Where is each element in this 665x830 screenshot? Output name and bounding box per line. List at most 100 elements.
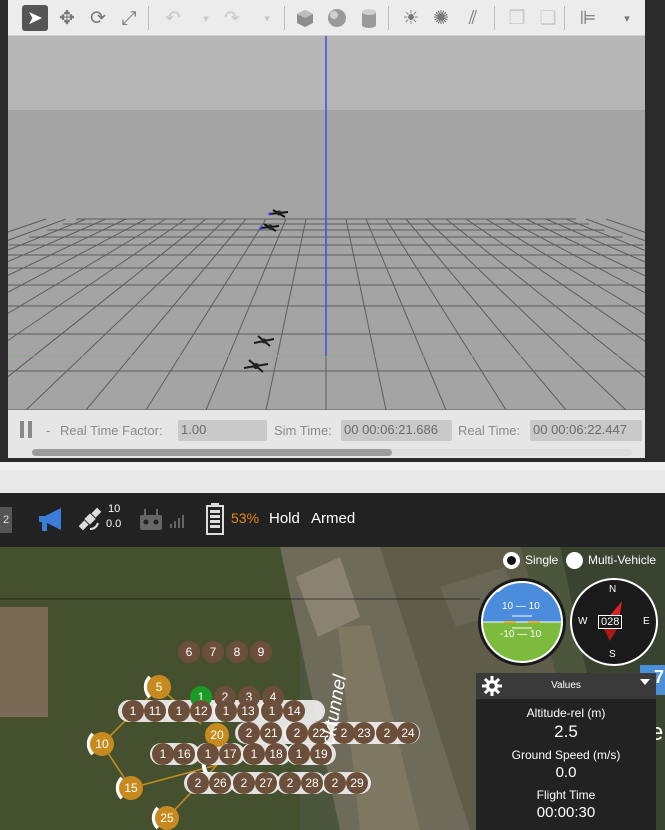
waypoint-marker[interactable]: 19 [310, 743, 332, 765]
waypoint-label: 5 [155, 680, 163, 694]
waypoint-label: 28 [305, 776, 319, 790]
megaphone-icon[interactable] [36, 506, 66, 534]
spot-light-icon[interactable]: ✺ [428, 5, 454, 31]
horizontal-scrollbar[interactable] [32, 449, 632, 456]
waypoint-marker[interactable]: 28 [301, 772, 323, 794]
waypoint-marker[interactable]: 23 [353, 722, 375, 744]
gear-icon[interactable] [481, 675, 503, 697]
redo-dropdown-icon[interactable]: ▾ [254, 5, 280, 31]
gazebo-scene [8, 36, 645, 410]
paste-icon[interactable]: ❏ [535, 5, 561, 31]
waypoint-label: 1 [129, 704, 137, 718]
waypoint-label: 2 [240, 776, 248, 790]
left-tab[interactable]: 2 [0, 507, 12, 533]
waypoint-marker[interactable]: 25 [155, 806, 179, 830]
waypoint-marker[interactable]: 5 [147, 675, 171, 699]
waypoint-marker[interactable]: 10 [90, 732, 114, 756]
multi-vehicle-radio[interactable]: Multi-Vehicle [566, 551, 656, 569]
waypoint-label: 2 [331, 776, 339, 790]
waypoint-marker[interactable]: 14 [283, 700, 305, 722]
waypoint-marker[interactable]: 2 [233, 772, 255, 794]
waypoint-label: 15 [124, 781, 138, 795]
align-icon[interactable]: ⊫ [575, 5, 601, 31]
waypoint-marker[interactable]: 1 [243, 743, 265, 765]
waypoint-marker[interactable]: 18 [265, 743, 287, 765]
translate-icon[interactable]: ✥ [54, 5, 80, 31]
values-panel-header: Values [476, 673, 656, 699]
waypoint-label: 2 [245, 726, 253, 740]
waypoint-marker[interactable]: 1 [197, 743, 219, 765]
waypoint-label: 17 [223, 747, 237, 761]
more-dropdown-icon[interactable]: ▾ [614, 5, 640, 31]
map-view[interactable]: 5 6 7 8 9 1 2 3 4 10 1 11 1 12 1 13 1 14… [0, 547, 665, 830]
chevron-down-icon[interactable] [640, 679, 650, 685]
waypoint-marker[interactable]: 16 [173, 743, 195, 765]
undo-dropdown-icon[interactable]: ▾ [193, 5, 219, 31]
waypoint-label: 1 [222, 704, 230, 718]
scale-icon[interactable]: ⤢ [116, 5, 142, 31]
waypoint-marker[interactable]: 1 [122, 700, 144, 722]
waypoint-marker[interactable]: 1 [168, 700, 190, 722]
waypoint-label: 21 [264, 726, 278, 740]
waypoint-label: 1 [159, 747, 167, 761]
waypoint-label: 11 [148, 704, 162, 718]
attitude-lower-scale: -10 — 10 [500, 629, 542, 640]
waypoint-marker[interactable]: 2 [376, 722, 398, 744]
waypoint-marker[interactable]: 1 [288, 743, 310, 765]
rc-receiver-icon[interactable] [139, 509, 163, 531]
waypoint-marker[interactable]: 24 [397, 722, 419, 744]
select-arrow-icon[interactable]: ➤ [22, 5, 48, 31]
toolbar-separator [494, 6, 495, 30]
waypoint-marker[interactable]: 2 [324, 772, 346, 794]
waypoint-label: 2 [286, 776, 294, 790]
redo-icon[interactable]: ↷ [219, 5, 245, 31]
waypoint-marker[interactable]: 2 [187, 772, 209, 794]
single-vehicle-radio[interactable]: Single [503, 551, 558, 569]
waypoint-label: 1 [295, 747, 303, 761]
waypoint-label: 7 [209, 645, 217, 659]
waypoint-marker[interactable]: 2 [238, 722, 260, 744]
toolbar-separator [284, 6, 285, 30]
waypoint-marker[interactable]: 2 [286, 722, 308, 744]
pause-icon[interactable] [20, 421, 32, 438]
copy-icon[interactable]: ❐ [504, 5, 530, 31]
waypoint-marker[interactable]: 26 [209, 772, 231, 794]
directional-light-icon[interactable]: ⫽ [460, 5, 486, 31]
waypoint-marker[interactable]: 8 [226, 641, 248, 663]
waypoint-marker[interactable]: 7 [202, 641, 224, 663]
sphere-shape-icon[interactable] [324, 5, 350, 31]
flight-mode[interactable]: Hold [269, 510, 300, 527]
gazebo-3d-viewport[interactable] [8, 36, 645, 410]
arm-state[interactable]: Armed [311, 510, 355, 527]
point-light-icon[interactable]: ☀ [398, 5, 424, 31]
waypoint-marker[interactable]: 1 [215, 700, 237, 722]
waypoint-label: 23 [357, 726, 371, 740]
waypoint-marker[interactable]: 12 [190, 700, 212, 722]
scrollbar-thumb[interactable] [32, 449, 392, 456]
waypoint-marker[interactable]: 21 [260, 722, 282, 744]
waypoint-label: 27 [259, 776, 273, 790]
waypoint-marker[interactable]: 6 [178, 641, 200, 663]
cylinder-shape-icon[interactable] [356, 5, 382, 31]
battery-icon[interactable] [205, 503, 225, 535]
rotate-icon[interactable]: ⟳ [85, 5, 111, 31]
gps-satellite-icon[interactable] [76, 505, 104, 533]
undo-icon[interactable]: ↶ [160, 5, 186, 31]
values-panel: Values Altitude-rel (m) 2.5 Ground Speed… [476, 673, 656, 830]
waypoint-marker[interactable]: 17 [219, 743, 241, 765]
waypoint-marker[interactable]: 13 [237, 700, 259, 722]
waypoint-marker[interactable]: 9 [250, 641, 272, 663]
waypoint-label: 1 [250, 747, 258, 761]
attitude-upper-scale: 10 — 10 [502, 601, 540, 612]
waypoint-marker[interactable]: 27 [255, 772, 277, 794]
box-shape-icon[interactable] [292, 5, 318, 31]
waypoint-marker[interactable]: 29 [346, 772, 368, 794]
waypoint-label: 29 [350, 776, 364, 790]
waypoint-marker[interactable]: 15 [119, 776, 143, 800]
ground-speed-value: 0.0 [555, 764, 577, 781]
waypoint-marker[interactable]: 11 [144, 700, 166, 722]
waypoint-marker[interactable]: 1 [152, 743, 174, 765]
waypoint-marker[interactable]: 1 [261, 700, 283, 722]
altitude-value: 2.5 [554, 722, 578, 741]
waypoint-marker[interactable]: 2 [279, 772, 301, 794]
